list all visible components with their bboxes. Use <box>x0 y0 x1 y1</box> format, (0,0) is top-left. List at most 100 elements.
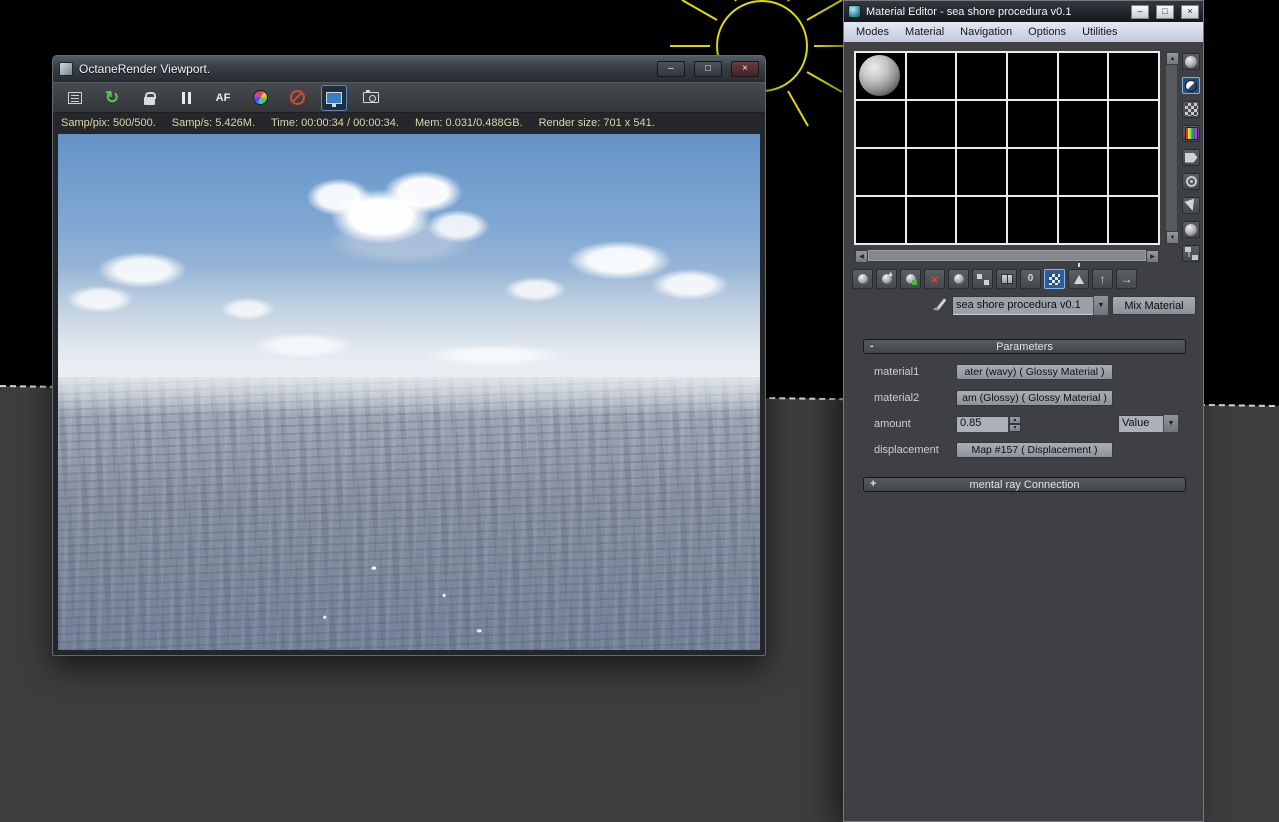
autofocus-button[interactable]: AF <box>211 86 235 110</box>
material1-button[interactable]: ater (wavy) ( Glossy Material ) <box>956 364 1113 380</box>
scroll-up-button[interactable]: ▲ <box>1166 52 1179 65</box>
material-name-combobox[interactable]: sea shore procedura v0.1 ▼ <box>952 296 1108 315</box>
show-map-in-viewport-button[interactable] <box>1044 269 1065 289</box>
material-slot[interactable] <box>1008 101 1057 147</box>
assign-material-to-selection-button[interactable] <box>900 269 921 289</box>
slots-horizontal-scrollbar[interactable]: ◀ ▶ <box>854 249 1160 263</box>
material-map-navigator-button[interactable] <box>1182 245 1200 262</box>
material-slot[interactable] <box>1008 53 1057 99</box>
viewport-display-button[interactable] <box>322 85 346 110</box>
reset-map-button[interactable]: × <box>924 269 945 289</box>
material-name-dropdown-arrow[interactable]: ▼ <box>1093 296 1108 315</box>
go-to-parent-button[interactable]: ↑ <box>1092 269 1113 289</box>
material-slot[interactable] <box>1109 149 1158 195</box>
amount-mode-dropdown-arrow[interactable]: ▼ <box>1163 415 1178 432</box>
material-slot[interactable] <box>957 149 1006 195</box>
mental-ray-rollout-header[interactable]: + mental ray Connection <box>863 477 1186 492</box>
parameters-rollout-header[interactable]: - Parameters <box>863 339 1186 354</box>
menu-options[interactable]: Options <box>1020 25 1074 39</box>
material-slot[interactable] <box>856 101 905 147</box>
scroll-down-button[interactable]: ▼ <box>1166 231 1179 244</box>
material-slot[interactable] <box>1109 101 1158 147</box>
material-editor-options-button[interactable] <box>1182 197 1200 214</box>
displacement-button[interactable]: Map #157 ( Displacement ) <box>956 442 1113 458</box>
pick-material-from-object-button[interactable] <box>932 297 949 314</box>
me-close-button[interactable]: × <box>1181 4 1199 19</box>
scroll-left-button[interactable]: ◀ <box>855 250 868 263</box>
render-view[interactable] <box>58 134 760 650</box>
material-name-value[interactable]: sea shore procedura v0.1 <box>952 296 1093 315</box>
restart-render-button[interactable]: ↻ <box>100 86 124 110</box>
spinner-down-button[interactable]: ▼ <box>1009 424 1021 432</box>
scroll-right-button[interactable]: ▶ <box>1146 250 1159 263</box>
material-slot[interactable] <box>856 197 905 243</box>
go-forward-to-sibling-button[interactable]: → <box>1116 269 1137 289</box>
lock-button[interactable] <box>137 86 161 110</box>
material-slot[interactable] <box>906 197 956 243</box>
material-slot[interactable] <box>906 53 956 99</box>
close-button[interactable]: × <box>731 61 759 77</box>
horizontal-scroll-thumb[interactable] <box>868 250 1146 261</box>
material-slot[interactable] <box>1058 101 1108 147</box>
amount-mode-dropdown[interactable]: Value ▼ <box>1118 415 1178 432</box>
material-slot[interactable] <box>1058 53 1108 99</box>
material-slot-active[interactable] <box>856 53 905 99</box>
material-slot[interactable] <box>1058 149 1108 195</box>
material-slot[interactable] <box>1008 197 1057 243</box>
stop-render-button[interactable] <box>285 86 309 110</box>
make-material-copy-button[interactable] <box>948 269 969 289</box>
material-slot[interactable] <box>1058 197 1108 243</box>
material-slot[interactable] <box>906 101 956 147</box>
material-id-channel-button[interactable]: 0 <box>1020 269 1041 289</box>
vertical-scroll-track[interactable] <box>1166 65 1177 231</box>
render-statusbar: Samp/pix: 500/500. Samp/s: 5.426M. Time:… <box>53 113 765 132</box>
make-unique-button[interactable] <box>972 269 993 289</box>
get-material-button[interactable] <box>852 269 873 289</box>
save-image-button[interactable] <box>63 86 87 110</box>
material-type-button[interactable]: Mix Material <box>1112 296 1196 315</box>
menu-navigation[interactable]: Navigation <box>952 25 1020 39</box>
material-slot[interactable] <box>906 149 956 195</box>
sample-type-button[interactable] <box>1182 53 1200 70</box>
sibling-arrow-icon: → <box>1120 272 1133 286</box>
select-by-material-button[interactable] <box>1182 221 1200 238</box>
sample-uv-tiling-button[interactable] <box>1182 125 1200 142</box>
menu-material[interactable]: Material <box>897 25 952 39</box>
menu-modes[interactable]: Modes <box>848 25 897 39</box>
material-slot[interactable] <box>957 53 1006 99</box>
put-to-library-button[interactable] <box>996 269 1017 289</box>
material-slot[interactable] <box>1109 197 1158 243</box>
material-editor-window: Material Editor - sea shore procedura v0… <box>843 0 1204 822</box>
show-end-result-button[interactable] <box>1068 262 1089 289</box>
save-image-icon <box>68 91 82 104</box>
material-slot[interactable] <box>1008 149 1057 195</box>
color-picker-button[interactable] <box>248 86 272 110</box>
material2-label: material2 <box>874 392 920 404</box>
material2-button[interactable]: am (Glossy) ( Glossy Material ) <box>956 390 1113 406</box>
viewport-titlebar[interactable]: OctaneRender Viewport. – □ × <box>53 56 765 82</box>
me-minimize-button[interactable]: – <box>1131 4 1149 19</box>
material-slot[interactable] <box>957 197 1006 243</box>
minimize-button[interactable]: – <box>657 61 685 77</box>
amount-mode-value[interactable]: Value <box>1118 415 1163 432</box>
select-by-material-icon <box>1185 223 1197 236</box>
make-preview-button[interactable] <box>1182 173 1200 190</box>
render-camera-button[interactable] <box>359 86 383 110</box>
amount-field[interactable]: 0.85 <box>956 416 1008 432</box>
me-maximize-button[interactable]: □ <box>1156 4 1174 19</box>
uv-tiling-icon <box>1184 127 1198 140</box>
spinner-up-button[interactable]: ▲ <box>1009 416 1021 424</box>
maximize-button[interactable]: □ <box>694 61 722 77</box>
material-slot[interactable] <box>856 149 905 195</box>
slots-vertical-scrollbar[interactable]: ▲ ▼ <box>1165 51 1179 245</box>
video-color-check-button[interactable] <box>1182 149 1200 166</box>
menu-utilities[interactable]: Utilities <box>1074 25 1125 39</box>
material-slot[interactable] <box>957 101 1006 147</box>
material-slot[interactable] <box>1109 53 1158 99</box>
pause-render-button[interactable] <box>174 86 198 110</box>
material-editor-titlebar[interactable]: Material Editor - sea shore procedura v0… <box>844 1 1203 22</box>
material-preview-sphere <box>859 55 900 96</box>
put-material-to-scene-button[interactable]: ▲ <box>876 269 897 289</box>
background-button[interactable] <box>1182 101 1200 118</box>
backlight-button[interactable] <box>1182 77 1200 94</box>
